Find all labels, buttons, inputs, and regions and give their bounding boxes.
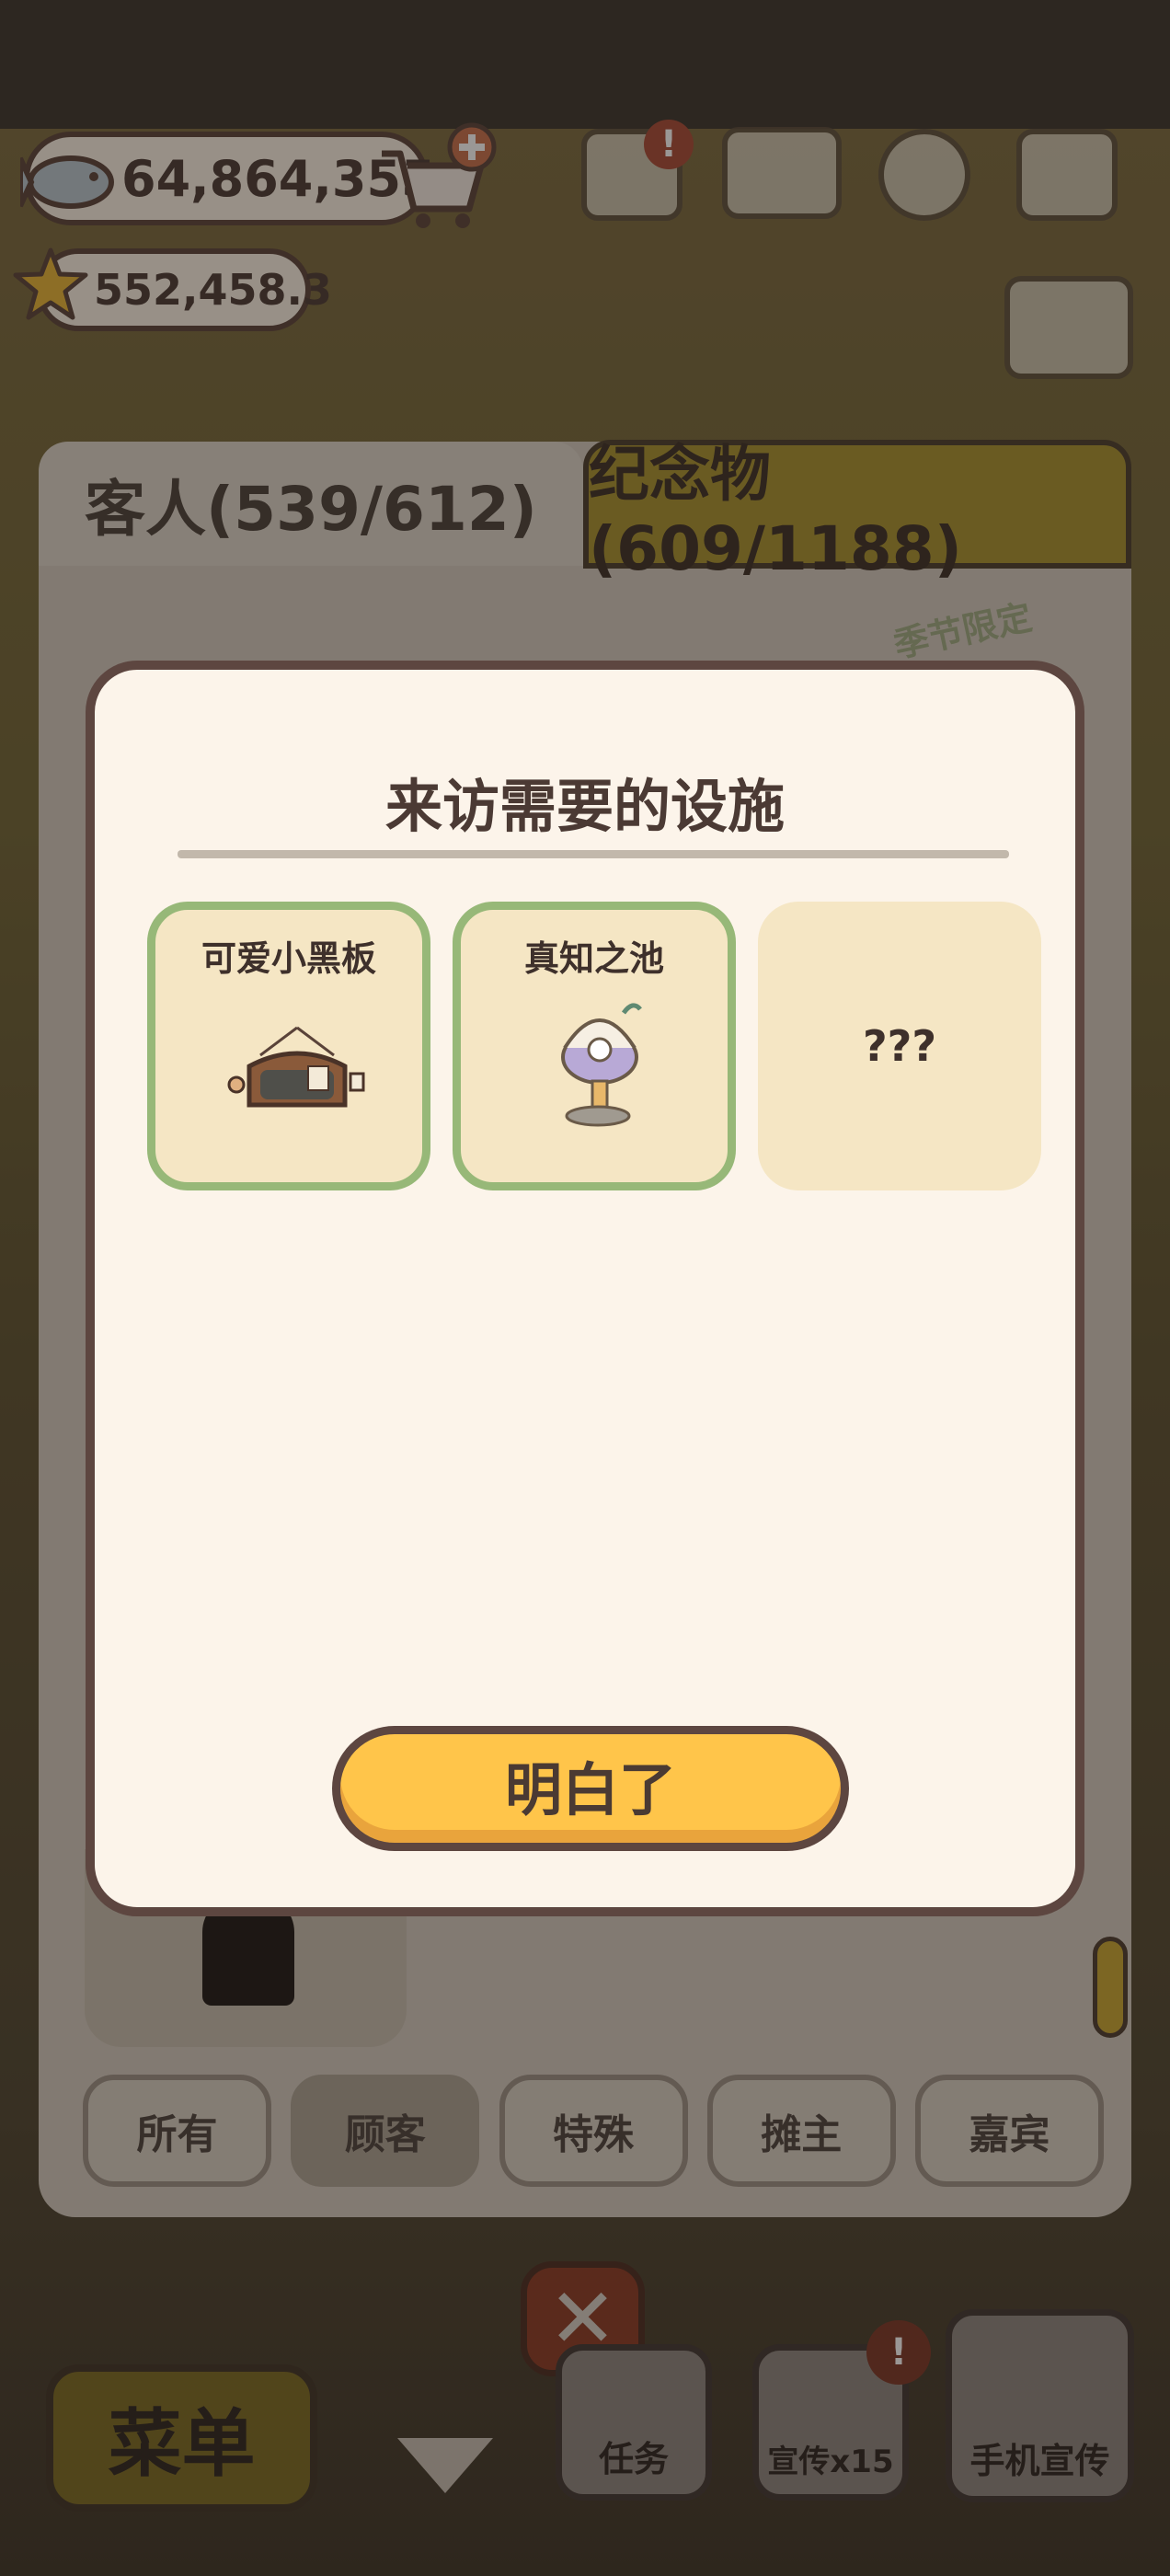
got-it-button[interactable]: 明白了 xyxy=(332,1726,849,1851)
chalkboard-icon xyxy=(227,1026,365,1108)
dialog-title: 来访需要的设施 xyxy=(384,773,785,840)
facility-card-unknown: ??? xyxy=(758,902,1041,1190)
wisdom-pool-icon xyxy=(561,1003,642,1127)
facility-name: 真知之池 xyxy=(523,938,664,979)
facility-card-chalkboard[interactable]: 可爱小黑板 xyxy=(147,902,430,1190)
facility-card-wisdom-pool[interactable]: 真知之池 xyxy=(453,902,736,1190)
facility-name: 可爱小黑板 xyxy=(201,938,376,979)
unknown-facility-label: ??? xyxy=(862,1021,937,1071)
title-divider xyxy=(178,850,1009,858)
required-facilities-dialog: 来访需要的设施 可爱小黑板 真知之池 ??? 明白了 xyxy=(86,661,1084,1916)
